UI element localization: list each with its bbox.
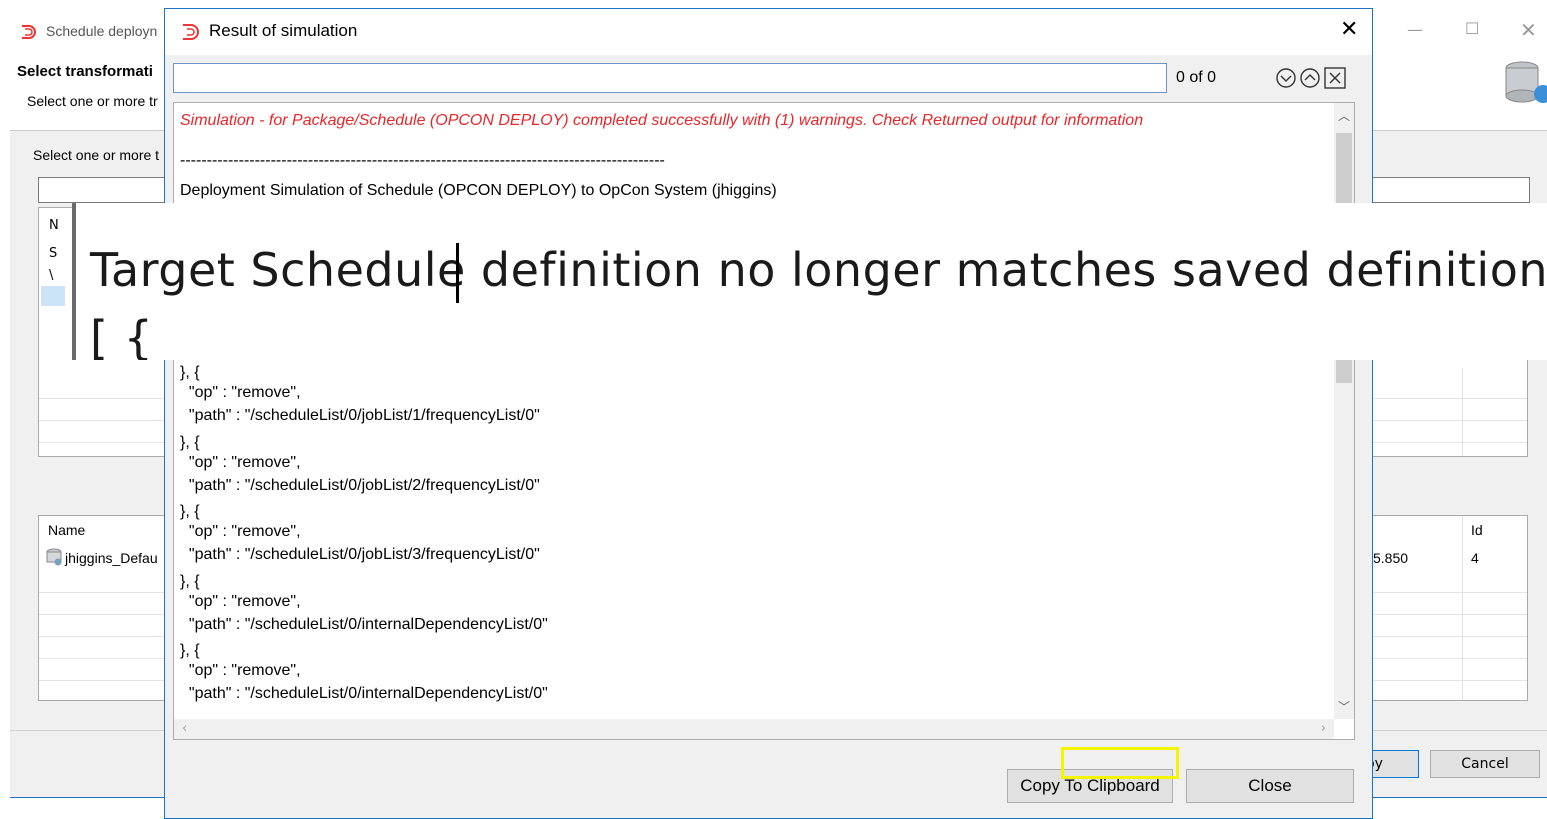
zoom-callout: Target Schedule definition no longer mat… <box>72 203 1547 360</box>
wizard-header-subtitle: Select one or more tr <box>27 93 158 109</box>
table-header-fragment: N <box>49 218 59 233</box>
json-line: "path" : "/scheduleList/0/internalDepend… <box>180 616 548 633</box>
wizard-header-title: Select transformati <box>17 63 153 80</box>
json-line: "path" : "/scheduleList/0/internalDepend… <box>180 685 548 702</box>
json-line: }, { <box>180 573 200 590</box>
close-button[interactable]: Close <box>1186 769 1354 803</box>
find-close-icon[interactable] <box>1324 67 1346 89</box>
json-line: "op" : "remove", <box>180 593 301 610</box>
text-cursor <box>456 243 459 303</box>
simulation-output[interactable]: Simulation - for Package/Schedule (OPCON… <box>173 102 1355 740</box>
separator-line: ----------------------------------------… <box>180 152 665 169</box>
json-line: "op" : "remove", <box>180 454 301 471</box>
table-row-id: 4 <box>1471 550 1479 566</box>
scroll-left-icon[interactable]: ‹ <box>182 721 187 736</box>
table-row-selected[interactable] <box>41 286 65 306</box>
json-line: }, { <box>180 434 200 451</box>
scroll-down-icon[interactable]: ﹀ <box>1338 698 1350 715</box>
json-line: "path" : "/scheduleList/0/jobList/2/freq… <box>180 477 540 494</box>
json-line: }, { <box>180 503 200 520</box>
highlight-box <box>1061 747 1179 779</box>
match-count: 0 of 0 <box>1176 69 1217 86</box>
find-input[interactable] <box>173 63 1167 93</box>
minimize-icon[interactable]: — <box>1407 20 1423 39</box>
find-previous-icon[interactable] <box>1299 67 1321 89</box>
scroll-up-icon[interactable]: ︿ <box>1338 107 1350 124</box>
find-next-icon[interactable] <box>1275 67 1297 89</box>
table-row-fragment: \ <box>49 268 54 283</box>
table-row-fragment: S <box>49 246 58 261</box>
database-icon <box>1505 61 1547 103</box>
warning-message: Simulation - for Package/Schedule (OPCON… <box>180 112 1144 129</box>
json-line: "op" : "remove", <box>180 523 301 540</box>
json-line: "path" : "/scheduleList/0/jobList/1/freq… <box>180 407 540 424</box>
group-label: Select one or more t <box>33 147 160 163</box>
column-header-id: Id <box>1471 522 1483 538</box>
dialog-titlebar: Result of simulation ✕ <box>165 9 1372 55</box>
dialog-title: Result of simulation <box>209 21 358 40</box>
maximize-icon[interactable]: ☐ <box>1465 19 1479 38</box>
database-row-icon <box>46 548 62 566</box>
app-logo-icon <box>22 25 36 39</box>
json-line: }, { <box>180 642 200 659</box>
table-row-version: 5.850 <box>1373 550 1409 566</box>
json-line: "path" : "/scheduleList/0/jobList/3/freq… <box>180 546 540 563</box>
zoomed-json-start: [ { <box>90 311 154 360</box>
column-header-name: Name <box>48 522 86 538</box>
scroll-right-icon[interactable]: › <box>1321 721 1326 736</box>
dialog-close-icon[interactable]: ✕ <box>1340 17 1358 42</box>
vertical-scrollbar[interactable]: ︿ ﹀ <box>1334 103 1354 719</box>
horizontal-scrollbar[interactable]: ‹ › <box>174 719 1334 739</box>
app-logo-icon <box>183 24 199 40</box>
json-line: }, { <box>180 364 200 381</box>
close-icon[interactable]: ✕ <box>1520 18 1537 42</box>
output-line: Deployment Simulation of Schedule (OPCON… <box>180 182 777 199</box>
cancel-button[interactable]: Cancel <box>1430 750 1540 778</box>
json-line: "op" : "remove", <box>180 384 301 401</box>
table-row-name[interactable]: jhiggins_Defau <box>65 550 158 566</box>
json-line: "op" : "remove", <box>180 662 301 679</box>
background-window-title: Schedule deployn <box>46 23 158 39</box>
simulation-result-dialog: Result of simulation ✕ 0 of 0 Simulation… <box>164 8 1373 819</box>
zoomed-error-message: Target Schedule definition no longer mat… <box>90 243 1547 297</box>
